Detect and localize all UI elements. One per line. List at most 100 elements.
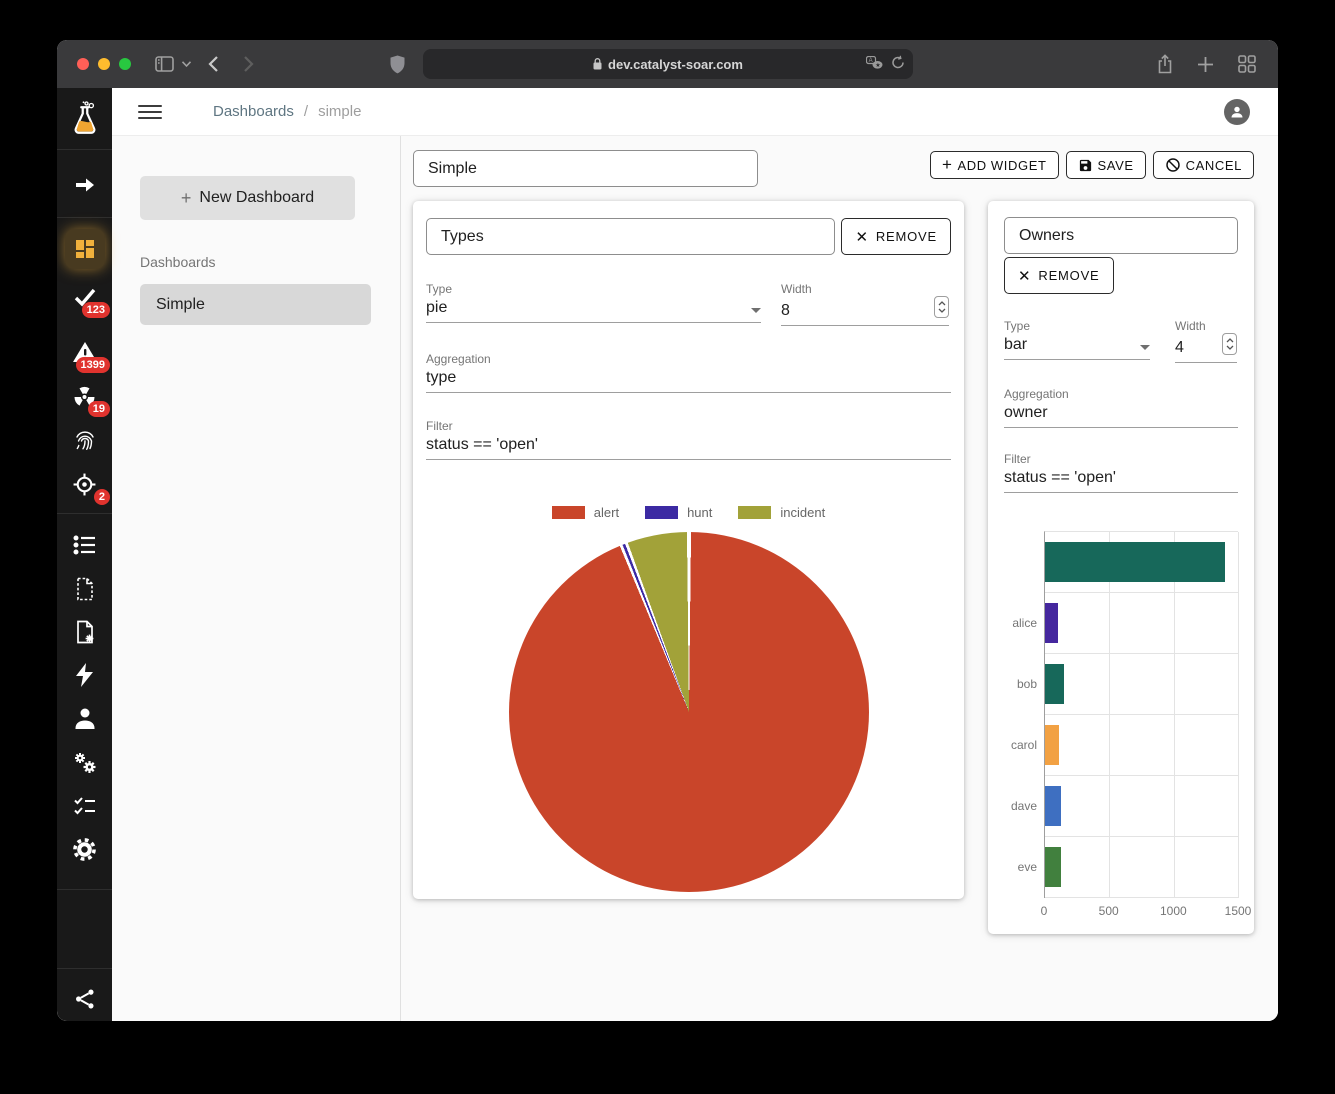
- legend-label: alert: [594, 505, 619, 520]
- sidebar-item-playbooks-arrow-icon[interactable]: [57, 163, 112, 206]
- legend-item[interactable]: hunt: [645, 505, 712, 520]
- x-tick-label: 1000: [1160, 904, 1187, 918]
- width-label: Width: [781, 282, 949, 296]
- widget-card-types: ✕ REMOVE Type pie: [413, 201, 964, 899]
- number-stepper[interactable]: [934, 296, 949, 318]
- bar-category-label: alice: [1004, 592, 1044, 653]
- breadcrumb-dashboards-link[interactable]: Dashboards: [213, 103, 294, 120]
- cancel-slash-icon: [1165, 157, 1181, 173]
- bar-row: [1045, 837, 1238, 898]
- remove-widget-button[interactable]: ✕ REMOVE: [841, 218, 951, 255]
- save-button[interactable]: SAVE: [1066, 151, 1146, 179]
- new-dashboard-button[interactable]: + New Dashboard: [140, 176, 355, 220]
- sidebar-item-artifacts-fingerprint-icon[interactable]: [57, 418, 112, 461]
- remove-label: REMOVE: [1038, 268, 1099, 283]
- bar-category-label: carol: [1004, 714, 1044, 775]
- dashboards-section-label: Dashboards: [140, 254, 400, 270]
- sidebar-item-report-file-gear-icon[interactable]: [57, 610, 112, 653]
- filter-input[interactable]: status == 'open': [426, 436, 951, 454]
- minimize-window-button[interactable]: [98, 58, 110, 70]
- legend-item[interactable]: incident: [738, 505, 825, 520]
- legend-swatch-icon: [738, 506, 771, 519]
- catalyst-logo-flask-icon[interactable]: [57, 94, 112, 145]
- alerts-badge: 1399: [76, 357, 110, 373]
- hunts-badge: 2: [94, 489, 110, 505]
- aggregation-input[interactable]: owner: [1004, 404, 1238, 422]
- new-tab-icon[interactable]: [1197, 56, 1214, 73]
- legend-item[interactable]: alert: [552, 505, 619, 520]
- user-avatar[interactable]: [1224, 99, 1250, 125]
- dashboard-list-item-simple[interactable]: Simple: [140, 284, 371, 325]
- widget-name-input[interactable]: [1004, 217, 1238, 254]
- dropdown-caret-icon: [751, 308, 761, 313]
- type-value: bar: [1004, 336, 1027, 354]
- legend-label: hunt: [687, 505, 712, 520]
- translate-icon[interactable]: A★: [866, 56, 883, 72]
- remove-label: REMOVE: [876, 229, 937, 244]
- tab-overview-icon[interactable]: [1238, 55, 1256, 73]
- legend-label: incident: [780, 505, 825, 520]
- share-icon[interactable]: [1157, 54, 1173, 74]
- filter-label: Filter: [426, 419, 951, 433]
- aggregation-input[interactable]: type: [426, 369, 951, 387]
- cancel-button[interactable]: CANCEL: [1153, 151, 1254, 179]
- sidebar-item-tickets-check-icon[interactable]: 123: [57, 276, 112, 319]
- sidebar-item-automations-bolt-icon[interactable]: [57, 654, 112, 697]
- dashboard-name-input[interactable]: [413, 150, 758, 187]
- zoom-window-button[interactable]: [119, 58, 131, 70]
- dashboards-panel: + New Dashboard Dashboards Simple: [112, 136, 400, 1021]
- add-widget-label: ADD WIDGET: [957, 158, 1046, 173]
- sidebar-toggle-icon[interactable]: [155, 56, 174, 72]
- bar: [1045, 542, 1225, 582]
- bar-row: [1045, 532, 1238, 593]
- bar-row: [1045, 654, 1238, 715]
- menu-hamburger-icon[interactable]: [138, 101, 162, 123]
- widget-card-owners: ✕ REMOVE Type bar: [988, 201, 1254, 934]
- bar-category-label: eve: [1004, 836, 1044, 897]
- app-icon-rail: 123 1399 19: [57, 88, 112, 1021]
- number-stepper[interactable]: [1222, 333, 1237, 355]
- filter-label: Filter: [1004, 452, 1238, 466]
- dashboard-item-label: Simple: [156, 296, 205, 314]
- breadcrumb-current: simple: [318, 103, 361, 120]
- bar: [1045, 664, 1064, 704]
- tickets-badge: 123: [82, 302, 110, 318]
- chart-type-select[interactable]: bar: [1004, 333, 1150, 360]
- bar-chart-x-axis: 050010001500: [1044, 904, 1238, 926]
- reload-icon[interactable]: [891, 55, 905, 73]
- dashboard-editor: + ADD WIDGET SAVE CANCEL: [400, 136, 1278, 1021]
- filter-input[interactable]: status == 'open': [1004, 469, 1238, 487]
- bar: [1045, 603, 1058, 643]
- aggregation-label: Aggregation: [1004, 387, 1238, 401]
- legend-swatch-icon: [552, 506, 585, 519]
- sidebar-item-settings-gear-icon[interactable]: [57, 828, 112, 871]
- remove-widget-button[interactable]: ✕ REMOVE: [1004, 257, 1114, 294]
- width-label: Width: [1175, 319, 1237, 333]
- sidebar-item-users-person-icon[interactable]: [57, 697, 112, 740]
- sidebar-item-alerts-warning-icon[interactable]: 1399: [57, 331, 112, 374]
- sidebar-item-list-icon[interactable]: [57, 524, 112, 567]
- close-window-button[interactable]: [77, 58, 89, 70]
- new-dashboard-label: New Dashboard: [199, 189, 314, 207]
- pie-chart: [509, 532, 869, 892]
- sidebar-item-incidents-radiation-icon[interactable]: 19: [57, 375, 112, 418]
- chevron-down-icon[interactable]: [181, 60, 192, 68]
- x-tick-label: 500: [1099, 904, 1119, 918]
- back-button[interactable]: [208, 55, 219, 73]
- sidebar-item-hunts-crosshair-icon[interactable]: 2: [57, 463, 112, 506]
- chart-type-select[interactable]: pie: [426, 296, 761, 323]
- address-bar[interactable]: dev.catalyst-soar.com A★: [423, 49, 913, 79]
- privacy-shield-icon[interactable]: [390, 55, 405, 74]
- svg-text:★: ★: [875, 62, 880, 69]
- sidebar-item-tasks-checklist-icon[interactable]: [57, 784, 112, 827]
- sidebar-item-jobs-gears-icon[interactable]: [57, 741, 112, 784]
- sidebar-item-dashboards-icon[interactable]: [57, 226, 112, 271]
- widget-name-input[interactable]: [426, 218, 835, 255]
- add-widget-button[interactable]: + ADD WIDGET: [930, 151, 1059, 179]
- gridline: [1238, 532, 1239, 898]
- forward-button[interactable]: [243, 55, 254, 73]
- bar: [1045, 725, 1059, 765]
- share-graph-icon[interactable]: [57, 978, 112, 1021]
- type-value: pie: [426, 299, 447, 317]
- sidebar-item-template-file-icon[interactable]: [57, 567, 112, 610]
